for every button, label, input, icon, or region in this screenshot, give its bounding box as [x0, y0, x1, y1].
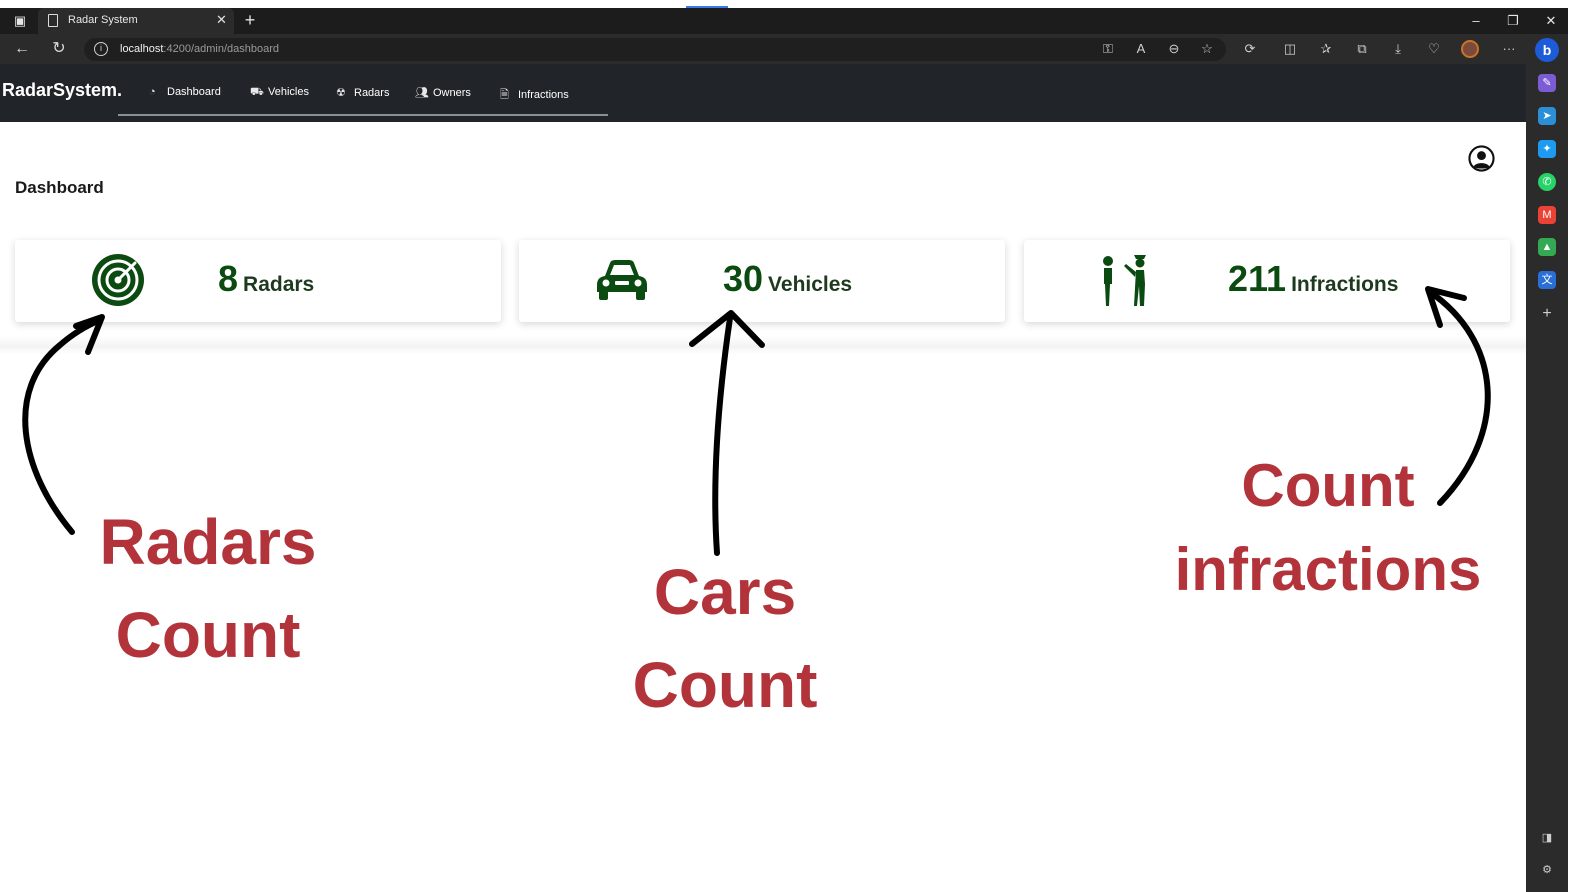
radars-annotation-line-1: Radars: [99, 506, 317, 578]
cars-annotation: Cars Count: [600, 546, 850, 732]
infractions-annotation-line-1: Count: [1241, 452, 1415, 519]
radars-annotation: Radars Count: [68, 496, 348, 682]
screen: ▣ Radar System ✕ + – ❐ ✕ ← ↻ i localhost…: [0, 0, 1586, 892]
radars-annotation-line-2: Count: [115, 598, 301, 671]
infractions-annotation-line-2: infractions: [1174, 536, 1482, 603]
cars-annotation-line-2: Count: [632, 648, 818, 721]
cars-annotation-line-1: Cars: [653, 556, 797, 628]
cars-arrow: [712, 315, 733, 556]
radars-arrow-head: [73, 314, 105, 355]
infractions-annotation: Count infractions: [1150, 444, 1506, 612]
